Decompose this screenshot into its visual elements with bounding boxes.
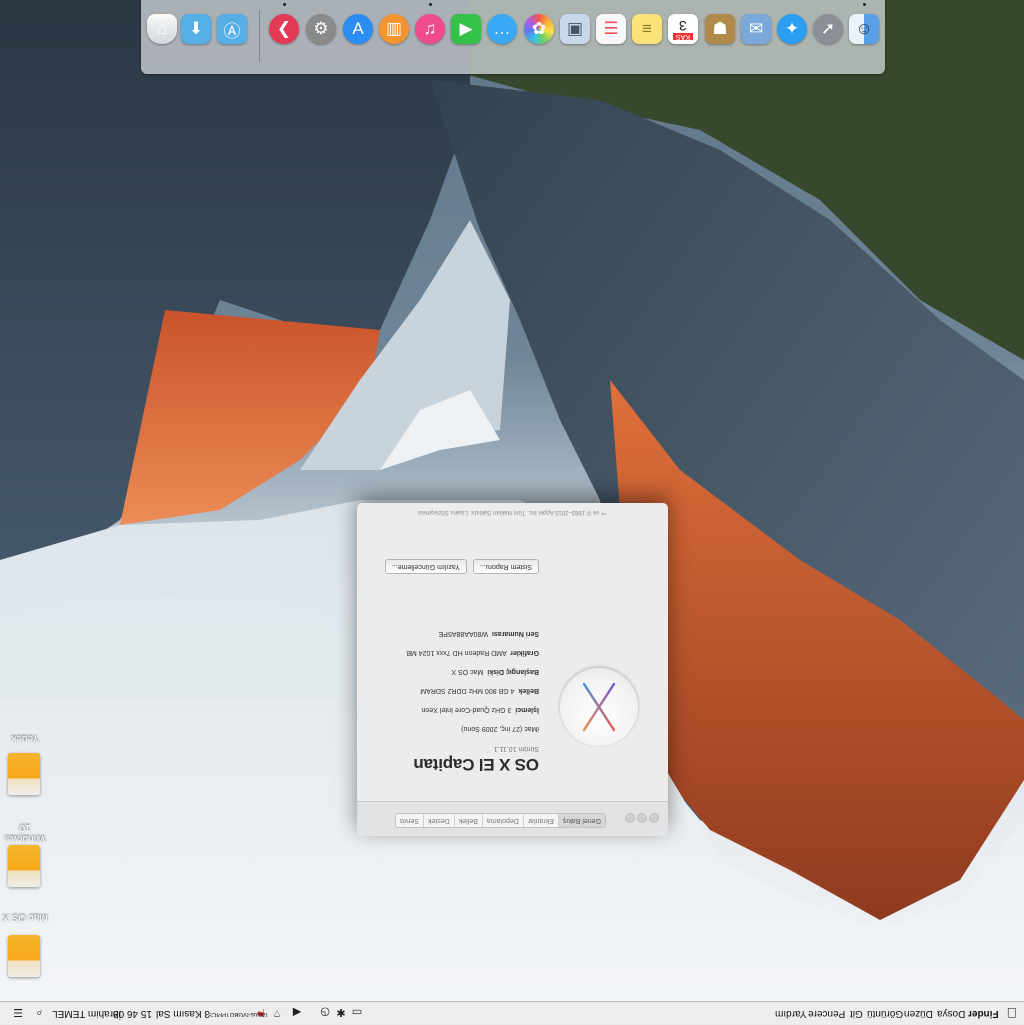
spec-label: İşlemci — [515, 706, 539, 713]
wifi-icon[interactable]: ⌔ — [270, 1006, 284, 1020]
spec-label: Seri Numarası — [491, 630, 539, 637]
apple-menu-icon[interactable]:  — [1003, 1005, 1018, 1021]
desktop-icon-label: Yedek — [11, 733, 39, 744]
tab-storage[interactable]: Depolama — [481, 814, 523, 827]
spec-value: AMD Radeon HD 7xxx 1024 MB — [406, 649, 507, 656]
volume-icon[interactable]: ◀ — [290, 1006, 304, 1020]
window-titlebar: Genel Bakış Ekranlar Depolama Bellek Des… — [357, 801, 668, 836]
system-report-button[interactable]: Sistem Raporu... — [472, 559, 539, 574]
drive-icon — [8, 753, 40, 795]
date[interactable]: 3 Kasım Sal — [156, 1002, 210, 1025]
menu-help[interactable]: Yardım — [775, 1002, 807, 1025]
bluetooth-icon[interactable]: ✱ — [334, 1006, 348, 1020]
spec-value: 3 GHz Quad-Core Intel Xeon — [421, 706, 512, 713]
system-info: OS X El Capitan Sürüm 10.11.1 iMac (27 i… — [364, 628, 539, 774]
preview-icon[interactable]: ▣ — [560, 14, 590, 44]
safari-icon[interactable]: ✦ — [777, 14, 807, 44]
appstore-icon[interactable]: A — [343, 14, 373, 44]
finder-folder-icon[interactable]: ⌂ — [147, 14, 177, 44]
about-this-mac-window: Genel Bakış Ekranlar Depolama Bellek Des… — [357, 503, 668, 836]
drive-icon — [8, 845, 40, 887]
model-name: iMac (27 inç, 2009 Sonu) — [461, 725, 539, 732]
el-capitan-logo-icon — [560, 668, 638, 746]
menu-finder[interactable]: Finder — [968, 1002, 999, 1025]
spec-value: W80AA88A5PE — [438, 630, 489, 637]
music-icon[interactable]: ♫ — [415, 14, 445, 44]
spec-label: Bellek — [518, 687, 539, 694]
software-update-button[interactable]: Yazılım Güncelleme... — [384, 559, 467, 574]
close-button[interactable] — [649, 813, 659, 823]
dock-separator — [259, 10, 260, 62]
spec-serial: Seri Numarası W80AA88A5PE — [364, 628, 539, 638]
menu-go[interactable]: Git — [850, 1002, 863, 1025]
os-title: OS X El Capitan — [413, 755, 539, 774]
running-indicator — [863, 3, 866, 6]
tab-overview[interactable]: Genel Bakış — [557, 814, 605, 827]
menu-view[interactable]: Görüntü — [867, 1002, 903, 1025]
desktop-icon-label: Windows 10 — [4, 822, 46, 844]
zoom-button[interactable] — [625, 813, 635, 823]
tab-displays[interactable]: Ekranlar — [522, 814, 558, 827]
rocket-icon[interactable]: ➚ — [813, 14, 843, 44]
spec-value: 4 GB 800 MHz DDR2 SDRAM — [420, 687, 515, 694]
timemachine-icon[interactable]: ◷ — [318, 1006, 332, 1020]
spec-graphics: Grafikler AMD Radeon HD 7xxx 1024 MB — [364, 647, 539, 657]
gear-icon[interactable]: ⚙ — [306, 14, 336, 44]
messages-icon[interactable]: … — [487, 14, 517, 44]
photos-icon[interactable]: ✿ — [524, 14, 554, 44]
reminders-icon[interactable]: ☰ — [596, 14, 626, 44]
tab-service[interactable]: Servis — [396, 814, 423, 827]
display-icon[interactable]: ▭ — [350, 1006, 364, 1020]
menu-bar:  Finder Dosya Düzen Görüntü Git Pencere… — [0, 1001, 1024, 1025]
menu-edit[interactable]: Düzen — [904, 1002, 933, 1025]
x-logo-icon — [582, 682, 616, 732]
notification-center-icon[interactable]: ☰ — [11, 1006, 25, 1020]
tab-support[interactable]: Destek — [422, 814, 454, 827]
wifi-network-name[interactable]: Tarkus-IVGBOTPPICS — [208, 1002, 268, 1025]
spec-startup-disk: Başlangıç Diski Mac OS X — [364, 666, 539, 676]
os-version: Sürüm 10.11.1 — [493, 745, 539, 752]
copyright-footer: ™ ve © 1983–2015 Apple Inc. Tüm Hakları … — [418, 509, 607, 515]
tab-memory[interactable]: Bellek — [453, 814, 482, 827]
calendar-icon[interactable]: 3 KAS — [668, 14, 698, 44]
applications-icon[interactable]: Ⓐ — [217, 14, 247, 44]
running-indicator — [283, 3, 286, 6]
spec-label: Grafikler — [510, 649, 539, 656]
minimize-button[interactable] — [637, 813, 647, 823]
spec-value: Mac OS X — [451, 668, 484, 675]
menu-window[interactable]: Pencere — [808, 1002, 845, 1025]
action-buttons: Sistem Raporu... Yazılım Güncelleme... — [384, 559, 539, 574]
dock: ⌂ ⬇ Ⓐ ❮ ⚙ A ▥ ♫ ▶ … ✿ ▣ ☰ ≡ 3 KAS ☗ ✉ ✦ … — [141, 0, 885, 74]
user-name[interactable]: İbrahim TEMEL — [52, 1002, 121, 1025]
spec-processor: İşlemci 3 GHz Quad-Core Intel Xeon — [364, 704, 539, 714]
facetime-icon[interactable]: ▶ — [451, 14, 481, 44]
drive-icon — [8, 935, 40, 977]
notes-icon[interactable]: ≡ — [632, 14, 662, 44]
spotlight-search-icon[interactable]: ⌕ — [32, 1006, 46, 1020]
contacts-icon[interactable]: ☗ — [705, 14, 735, 44]
downloads-icon[interactable]: ⬇ — [181, 14, 211, 44]
desktop-icon-label: Mac OS X — [2, 912, 48, 923]
finder-icon[interactable]: ☺ — [849, 14, 879, 44]
running-indicator — [429, 3, 432, 6]
spec-memory: Bellek 4 GB 800 MHz DDR2 SDRAM — [364, 685, 539, 695]
calendar-month: KAS — [672, 32, 693, 40]
kodi-icon[interactable]: ❮ — [269, 14, 299, 44]
window-controls — [623, 808, 659, 826]
menu-file[interactable]: Dosya — [937, 1002, 965, 1025]
spec-label: Başlangıç Diski — [487, 668, 539, 675]
clock[interactable]: 15 46 08 — [113, 1002, 152, 1025]
tab-bar: Genel Bakış Ekranlar Depolama Bellek Des… — [394, 813, 606, 828]
mail-icon[interactable]: ✉ — [741, 14, 771, 44]
calendar-day: 3 — [679, 17, 687, 34]
book-icon[interactable]: ▥ — [379, 14, 409, 44]
